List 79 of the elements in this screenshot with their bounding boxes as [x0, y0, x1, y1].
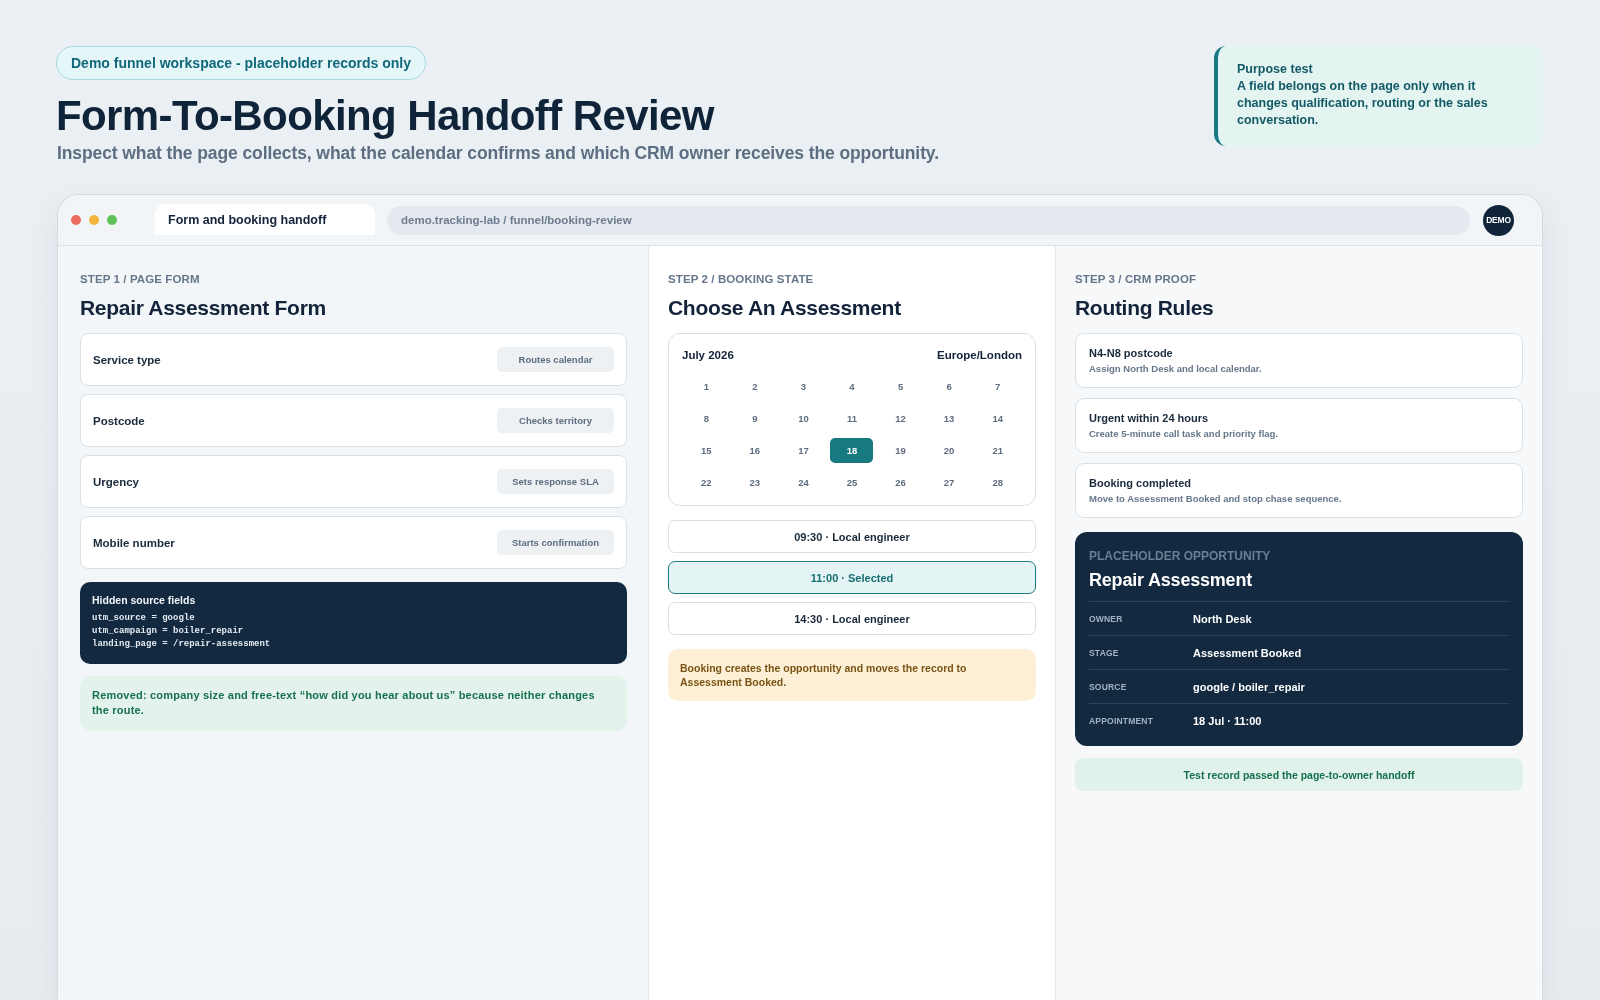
calendar-day[interactable]: 4: [830, 374, 874, 399]
rule-title: Urgent within 24 hours: [1089, 411, 1210, 425]
calendar-day[interactable]: 18: [830, 438, 874, 463]
calendar-day[interactable]: 2: [733, 374, 777, 399]
calendar-day[interactable]: 15: [684, 438, 728, 463]
calendar-day[interactable]: 11: [830, 406, 874, 431]
hidden-fields-title: Hidden source fields: [92, 594, 197, 607]
field-label: Urgency: [93, 475, 140, 488]
calendar-day[interactable]: 21: [976, 438, 1020, 463]
calendar-day[interactable]: 5: [879, 374, 923, 399]
calendar-day[interactable]: 12: [879, 406, 923, 431]
removed-fields-note: Removed: company size and free-text “how did you hear about us” because neither changes the route.: [80, 676, 627, 731]
field-label: Mobile number: [93, 536, 175, 549]
panel-heading: Routing Rules: [1075, 295, 1215, 320]
calendar-day[interactable]: 24: [781, 470, 825, 495]
workspace-badge: Demo funnel workspace - placeholder records only: [56, 46, 426, 80]
field-tag: Routes calendar: [497, 347, 614, 372]
field-name: APPOINTMENT: [1089, 715, 1155, 726]
calendar-day[interactable]: 26: [879, 470, 923, 495]
field-tag: Starts confirmation: [497, 530, 614, 555]
calendar-day[interactable]: 17: [781, 438, 825, 463]
calendar-day[interactable]: 28: [976, 470, 1020, 495]
calendar-day[interactable]: 22: [684, 470, 728, 495]
browser-tab[interactable]: Form and booking handoff: [155, 204, 375, 235]
calendar-day[interactable]: 23: [733, 470, 777, 495]
rule-title: Booking completed: [1089, 476, 1193, 490]
step-label: STEP 2 / BOOKING STATE: [668, 272, 815, 286]
booking-note: Booking creates the opportunity and moves the record to Assessment Booked.: [668, 649, 1036, 701]
time-slot[interactable]: 09:30 · Local engineer: [668, 520, 1036, 553]
calendar-month: July 2026: [682, 348, 734, 362]
field-value: 18 Jul · 11:00: [1193, 714, 1262, 727]
calendar-day[interactable]: 13: [927, 406, 971, 431]
address-bar[interactable]: demo.tracking-lab / funnel/booking-review: [387, 205, 1470, 235]
rule-title: N4-N8 postcode: [1089, 346, 1174, 360]
step-label: STEP 3 / CRM PROOF: [1075, 272, 1198, 286]
calendar-day[interactable]: 20: [927, 438, 971, 463]
code-line: utm_source = google: [92, 612, 195, 625]
field-tag: Checks territory: [497, 408, 614, 433]
calendar-day[interactable]: 3: [781, 374, 825, 399]
calendar-day[interactable]: 14: [976, 406, 1020, 431]
panel-heading: Choose An Assessment: [668, 295, 902, 320]
account-avatar[interactable]: DEMO: [1483, 204, 1514, 236]
field-value: Assessment Booked: [1193, 646, 1302, 659]
status-banner: Test record passed the page-to-owner handoff: [1075, 758, 1523, 791]
code-line: utm_campaign = boiler_repair: [92, 625, 244, 638]
field-label: Postcode: [93, 414, 145, 427]
field-tag: Sets response SLA: [497, 469, 614, 494]
page-subtitle: Inspect what the page collects, what the calendar confirms and which CRM owner receives the opportunity.: [57, 142, 939, 164]
window-controls-icon[interactable]: [71, 215, 117, 225]
rule-description: Create 5-minute call task and priority flag.: [1089, 428, 1279, 440]
field-value: North Desk: [1193, 612, 1252, 625]
time-slot[interactable]: 11:00 · Selected: [668, 561, 1036, 594]
field-label: Service type: [93, 353, 161, 366]
calendar-day[interactable]: 10: [781, 406, 825, 431]
field-name: SOURCE: [1089, 681, 1128, 692]
callout-text: A field belongs on the page only when it changes qualification, routing or the sales conversation.: [1237, 78, 1489, 129]
rule-description: Move to Assessment Booked and stop chase sequence.: [1089, 493, 1343, 505]
calendar-day[interactable]: 7: [976, 374, 1020, 399]
calendar-day[interactable]: 27: [927, 470, 971, 495]
panel-heading: Repair Assessment Form: [80, 295, 327, 320]
calendar-day[interactable]: 19: [879, 438, 923, 463]
calendar-day[interactable]: 9: [733, 406, 777, 431]
opportunity-eyebrow: PLACEHOLDER OPPORTUNITY: [1089, 549, 1272, 563]
calendar-day[interactable]: 25: [830, 470, 874, 495]
calendar-day[interactable]: 8: [684, 406, 728, 431]
calendar-day[interactable]: 6: [927, 374, 971, 399]
calendar-timezone: Europe/London: [937, 348, 1022, 362]
calendar-day[interactable]: 1: [684, 374, 728, 399]
field-name: STAGE: [1089, 647, 1120, 658]
opportunity-title: Repair Assessment: [1089, 569, 1253, 591]
code-line: landing_page = /repair-assessment: [92, 638, 271, 651]
time-slot[interactable]: 14:30 · Local engineer: [668, 602, 1036, 635]
page-title: Form-To-Booking Handoff Review: [56, 92, 714, 140]
step-label: STEP 1 / PAGE FORM: [80, 272, 201, 286]
rule-description: Assign North Desk and local calendar.: [1089, 363, 1263, 375]
callout-title: Purpose test: [1237, 61, 1314, 78]
field-value: google / boiler_repair: [1193, 680, 1305, 693]
field-name: OWNER: [1089, 613, 1124, 624]
calendar-day[interactable]: 16: [733, 438, 777, 463]
